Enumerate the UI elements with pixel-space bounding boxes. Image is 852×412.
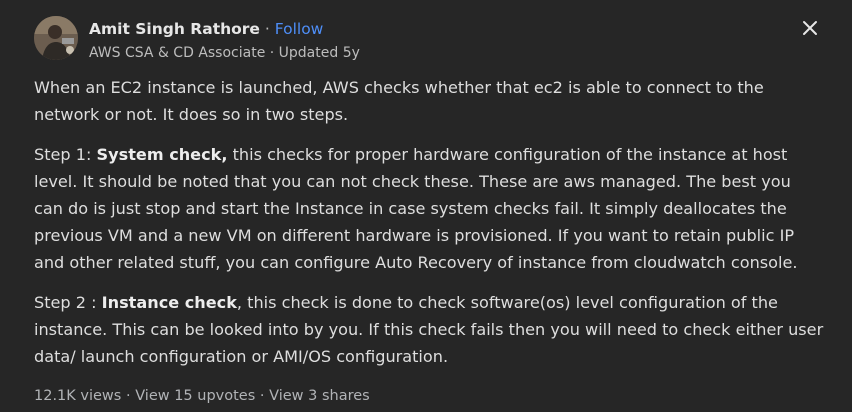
stats-separator: · [255, 388, 270, 404]
close-icon [803, 21, 817, 35]
step-1-prefix: Step 1: [34, 145, 97, 164]
stats-separator: · [121, 388, 136, 404]
step-2-title: Instance check [101, 293, 237, 312]
author-name[interactable]: Amit Singh Rathore [89, 20, 260, 38]
step-1-text: this checks for proper hardware configur… [34, 145, 798, 272]
views-count: 12.1K views [34, 388, 122, 404]
avatar-image [34, 16, 78, 60]
answer-stats: 12.1K views · View 15 upvotes · View 3 s… [34, 386, 370, 406]
author-credential: AWS CSA & CD Associate · Updated 5y [89, 45, 360, 61]
author-line: Amit Singh Rathore · Follow [89, 19, 323, 39]
follow-button[interactable]: Follow [275, 20, 324, 38]
step-2-prefix: Step 2 : [34, 293, 102, 312]
answer-intro: When an EC2 instance is launched, AWS ch… [34, 78, 764, 124]
answer-body: When an EC2 instance is launched, AWS ch… [34, 74, 824, 383]
answer-step-2: Step 2 : Instance check, this check is d… [34, 289, 824, 370]
answer-card: Amit Singh Rathore · Follow AWS CSA & CD… [0, 0, 852, 412]
answer-step-1: Step 1: System check, this checks for pr… [34, 141, 824, 276]
view-shares-link[interactable]: View 3 shares [269, 388, 370, 404]
step-1-title: System check, [96, 145, 228, 164]
view-upvotes-link[interactable]: View 15 upvotes [135, 388, 255, 404]
separator-dot: · [259, 20, 275, 38]
avatar[interactable] [34, 16, 78, 60]
answer-header: Amit Singh Rathore · Follow AWS CSA & CD… [34, 14, 814, 64]
close-button[interactable] [799, 17, 821, 39]
